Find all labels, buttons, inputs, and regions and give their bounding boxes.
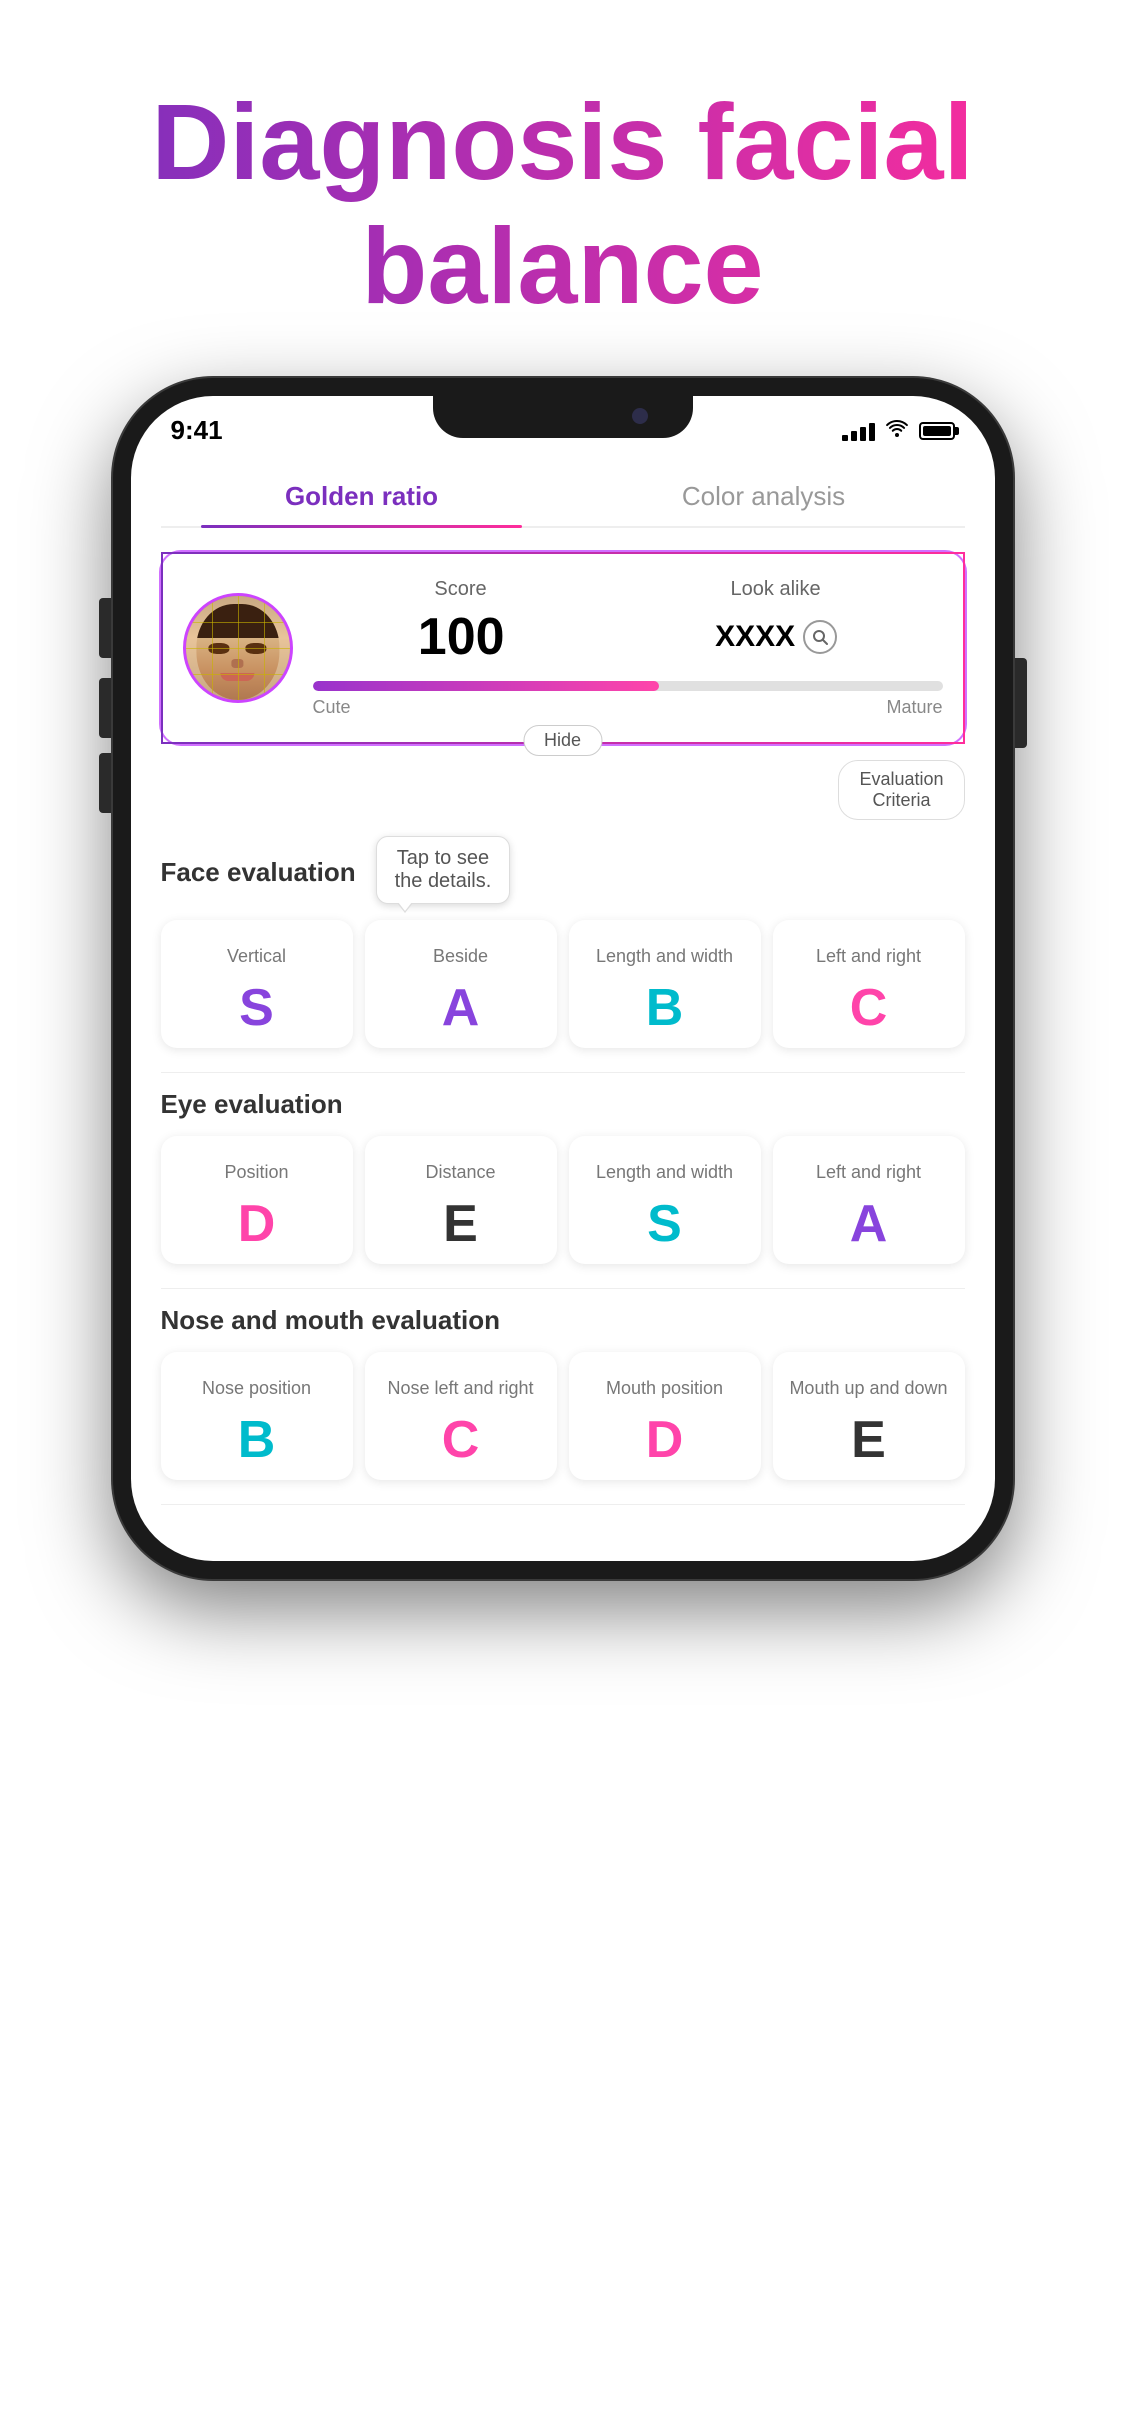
status-time: 9:41 xyxy=(171,415,223,446)
face-card-length-width[interactable]: Length and width B xyxy=(569,920,761,1048)
mouth-card-position-label: Mouth position xyxy=(606,1368,723,1408)
phone-notch xyxy=(433,396,693,438)
phone-body: 9:41 xyxy=(113,378,1013,1579)
nose-card-position-grade: B xyxy=(238,1414,276,1466)
divider-3 xyxy=(161,1504,965,1505)
face-eval-title: Face evaluation xyxy=(161,857,356,888)
eye-card-length-width-grade: S xyxy=(647,1198,682,1250)
eye-card-position-grade: D xyxy=(238,1198,276,1250)
tab-color-analysis[interactable]: Color analysis xyxy=(563,471,965,526)
tooltip-bubble: Tap to seethe details. xyxy=(376,836,511,904)
tab-bar: Golden ratio Color analysis xyxy=(161,451,965,528)
divider-1 xyxy=(161,1072,965,1073)
score-card: Hide Score Look alike 100 XXXX xyxy=(161,552,965,744)
face-card-beside-grade: A xyxy=(442,982,480,1034)
eye-card-position[interactable]: Position D xyxy=(161,1136,353,1264)
phone-screen: 9:41 xyxy=(131,396,995,1561)
face-card-beside-label: Beside xyxy=(433,936,488,976)
mouth-card-position[interactable]: Mouth position D xyxy=(569,1352,761,1480)
hide-button[interactable]: Hide xyxy=(523,725,602,756)
score-label: Score xyxy=(434,578,486,601)
signal-bars-icon xyxy=(842,421,875,441)
nose-card-left-right[interactable]: Nose left and right C xyxy=(365,1352,557,1480)
nose-card-position[interactable]: Nose position B xyxy=(161,1352,353,1480)
hero-title: Diagnosis facial balance xyxy=(60,80,1065,328)
cute-mature-slider xyxy=(313,681,943,691)
avatar xyxy=(183,593,293,703)
eye-card-left-right-label: Left and right xyxy=(816,1152,921,1192)
camera-icon xyxy=(632,408,648,424)
score-value: 100 xyxy=(418,607,505,667)
look-alike-label: Look alike xyxy=(731,578,821,601)
mouth-card-position-grade: D xyxy=(646,1414,684,1466)
mature-label: Mature xyxy=(886,697,942,718)
face-eval-header: Face evaluation Tap to seethe details. xyxy=(161,836,965,904)
mouth-card-up-down-grade: E xyxy=(851,1414,886,1466)
eye-card-position-label: Position xyxy=(224,1152,288,1192)
face-card-left-right-grade: C xyxy=(850,982,888,1034)
hero-section: Diagnosis facial balance xyxy=(0,0,1125,378)
eye-card-left-right-grade: A xyxy=(850,1198,888,1250)
wifi-icon xyxy=(885,419,909,443)
eval-criteria-button[interactable]: EvaluationCriteria xyxy=(838,760,964,820)
face-card-left-right-label: Left and right xyxy=(816,936,921,976)
face-card-vertical-grade: S xyxy=(239,982,274,1034)
look-alike-value: XXXX xyxy=(715,620,837,654)
nose-card-left-right-grade: C xyxy=(442,1414,480,1466)
face-card-length-width-grade: B xyxy=(646,982,684,1034)
eye-eval-title: Eye evaluation xyxy=(161,1089,965,1120)
nose-card-left-right-label: Nose left and right xyxy=(387,1368,533,1408)
nose-card-position-label: Nose position xyxy=(202,1368,311,1408)
eye-card-distance-label: Distance xyxy=(425,1152,495,1192)
face-card-vertical-label: Vertical xyxy=(227,936,286,976)
search-icon[interactable] xyxy=(803,620,837,654)
face-card-left-right[interactable]: Left and right C xyxy=(773,920,965,1048)
status-icons xyxy=(842,419,955,443)
nose-mouth-eval-title: Nose and mouth evaluation xyxy=(161,1305,965,1336)
tab-golden-ratio[interactable]: Golden ratio xyxy=(161,471,563,526)
eye-card-distance[interactable]: Distance E xyxy=(365,1136,557,1264)
eye-card-left-right[interactable]: Left and right A xyxy=(773,1136,965,1264)
battery-icon xyxy=(919,422,955,440)
face-card-length-width-label: Length and width xyxy=(596,936,733,976)
eye-card-length-width-label: Length and width xyxy=(596,1152,733,1192)
mouth-card-up-down-label: Mouth up and down xyxy=(789,1368,947,1408)
face-eval-grid: Vertical S Beside A Length and width B xyxy=(161,920,965,1048)
cute-label: Cute xyxy=(313,697,351,718)
divider-2 xyxy=(161,1288,965,1289)
phone-mockup: 9:41 xyxy=(113,378,1013,1579)
mouth-card-up-down[interactable]: Mouth up and down E xyxy=(773,1352,965,1480)
eye-card-length-width[interactable]: Length and width S xyxy=(569,1136,761,1264)
screen-content: Golden ratio Color analysis xyxy=(131,451,995,1561)
eye-eval-grid: Position D Distance E Length and width S… xyxy=(161,1136,965,1264)
face-card-vertical[interactable]: Vertical S xyxy=(161,920,353,1048)
face-card-beside[interactable]: Beside A xyxy=(365,920,557,1048)
eye-card-distance-grade: E xyxy=(443,1198,478,1250)
nose-mouth-eval-grid: Nose position B Nose left and right C Mo… xyxy=(161,1352,965,1480)
